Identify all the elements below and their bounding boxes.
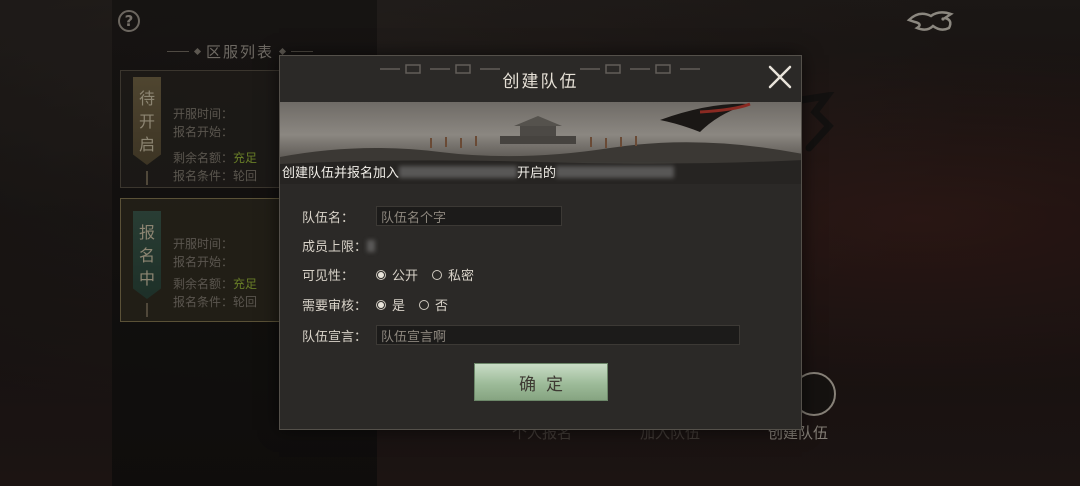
member-limit-row: 成员上限： <box>302 236 376 255</box>
option-label: 公开 <box>392 269 419 284</box>
member-limit-label: 成员上限： <box>302 240 368 255</box>
radio-checked-icon[interactable] <box>376 299 386 310</box>
close-icon[interactable] <box>765 62 795 92</box>
visibility-private-option[interactable]: 私密 <box>432 265 474 284</box>
team-name-label: 队伍名： <box>302 210 355 226</box>
team-name-placeholder: 队伍名个字 <box>381 210 447 226</box>
manifesto-row: 队伍宣言： 队伍宣言啊 <box>302 325 740 345</box>
member-limit-value <box>367 239 376 252</box>
approval-label: 需要审核： <box>302 299 368 314</box>
visibility-label: 可见性： <box>302 269 355 284</box>
banner-caption: 创建队伍并报名加入 开启的 <box>282 162 675 181</box>
redacted-text <box>556 165 675 178</box>
manifesto-input[interactable]: 队伍宣言啊 <box>376 325 740 345</box>
manifesto-label: 队伍宣言： <box>302 329 368 345</box>
radio-icon[interactable] <box>419 299 430 310</box>
option-label: 否 <box>435 299 449 314</box>
caption-text: 开启的 <box>517 166 557 181</box>
dialog-title: 创建队伍 <box>502 71 579 92</box>
confirm-button[interactable]: 确定 <box>474 363 608 401</box>
create-team-dialog: 创建队伍 创建队伍并报名加入 开启的 队伍名： 队伍名个字 成员上限： 可见性：… <box>279 55 802 430</box>
caption-text: 创建队伍并报名加入 <box>282 166 400 181</box>
approval-row: 需要审核： 是 否 <box>302 295 462 314</box>
game-screen: ? 区服列表 待 开 启 开服时间： 报名开始： 剩余名额：充足 报名条件：轮回… <box>0 0 1080 486</box>
option-label: 是 <box>392 299 406 314</box>
option-label: 私密 <box>448 269 475 284</box>
radio-checked-icon[interactable] <box>376 269 386 280</box>
approval-yes-option[interactable]: 是 <box>376 295 405 314</box>
team-name-row: 队伍名： 队伍名个字 <box>302 206 562 226</box>
radio-icon[interactable] <box>432 269 443 280</box>
redacted-text <box>399 165 518 178</box>
manifesto-placeholder: 队伍宣言啊 <box>381 329 447 345</box>
visibility-public-option[interactable]: 公开 <box>376 265 418 284</box>
visibility-row: 可见性： 公开 私密 <box>302 265 488 284</box>
team-name-input[interactable]: 队伍名个字 <box>376 206 562 226</box>
approval-no-option[interactable]: 否 <box>419 295 448 314</box>
confirm-label: 确定 <box>519 374 573 395</box>
